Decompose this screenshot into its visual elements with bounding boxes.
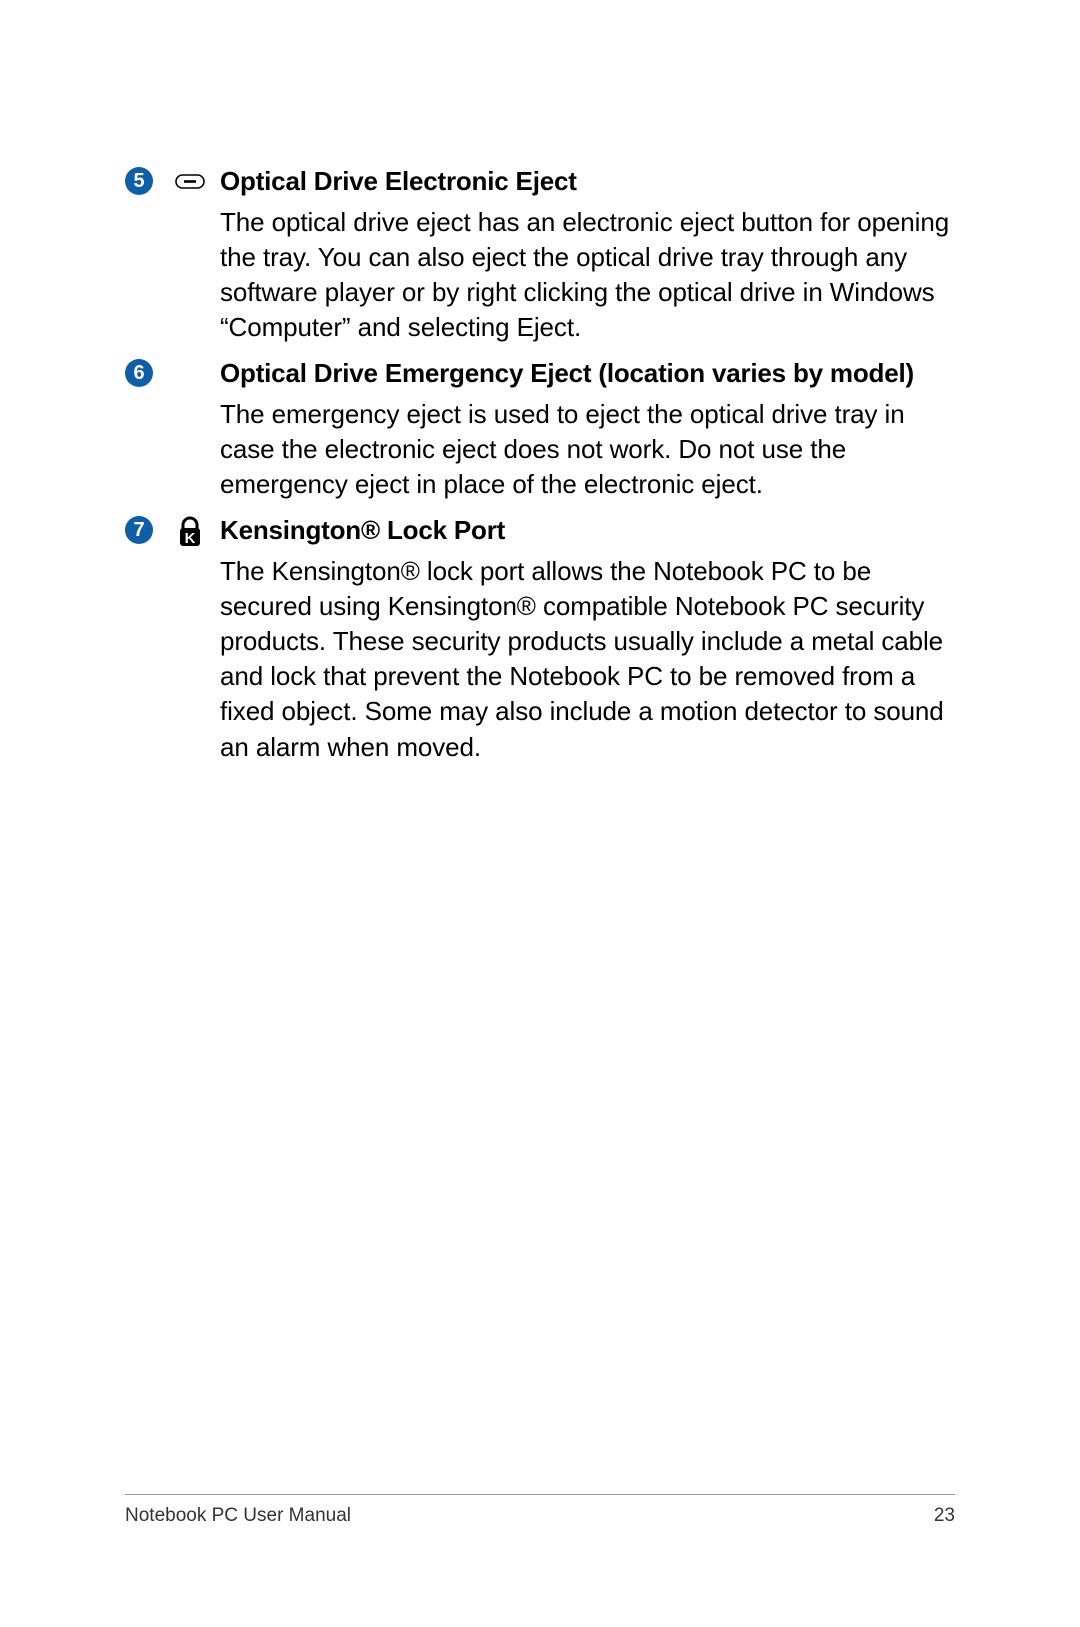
footer-title: Notebook PC User Manual — [125, 1505, 351, 1527]
item-body: The optical drive eject has an electroni… — [220, 205, 955, 345]
text-column: Optical Drive Emergency Eject (location … — [220, 357, 955, 502]
page-footer: Notebook PC User Manual 23 — [125, 1494, 955, 1527]
badge-column: 6 — [125, 357, 175, 387]
item-heading: Kensington® Lock Port — [220, 514, 955, 548]
icon-column — [175, 357, 220, 359]
kensington-lock-icon: K — [175, 516, 205, 548]
list-item: 6 Optical Drive Emergency Eject (locatio… — [125, 357, 955, 502]
number-badge-5: 5 — [125, 167, 153, 195]
icon-column — [175, 165, 220, 190]
page: 5 Optical Drive Electronic Eject The opt… — [0, 0, 1080, 1627]
item-heading: Optical Drive Electronic Eject — [220, 165, 955, 199]
text-column: Optical Drive Electronic Eject The optic… — [220, 165, 955, 345]
item-heading: Optical Drive Emergency Eject (location … — [220, 357, 955, 391]
eject-button-icon — [175, 174, 205, 190]
badge-column: 5 — [125, 165, 175, 195]
badge-column: 7 — [125, 514, 175, 544]
item-body: The Kensington® lock port allows the Not… — [220, 554, 955, 765]
number-badge-7: 7 — [125, 516, 153, 544]
text-column: Kensington® Lock Port The Kensington® lo… — [220, 514, 955, 764]
svg-text:K: K — [185, 530, 196, 547]
list-item: 7 K Kensington® Lock Port The Kensington… — [125, 514, 955, 764]
icon-column: K — [175, 514, 220, 548]
number-badge-6: 6 — [125, 359, 153, 387]
footer-page-number: 23 — [934, 1505, 955, 1527]
item-body: The emergency eject is used to eject the… — [220, 397, 955, 502]
list-item: 5 Optical Drive Electronic Eject The opt… — [125, 165, 955, 345]
